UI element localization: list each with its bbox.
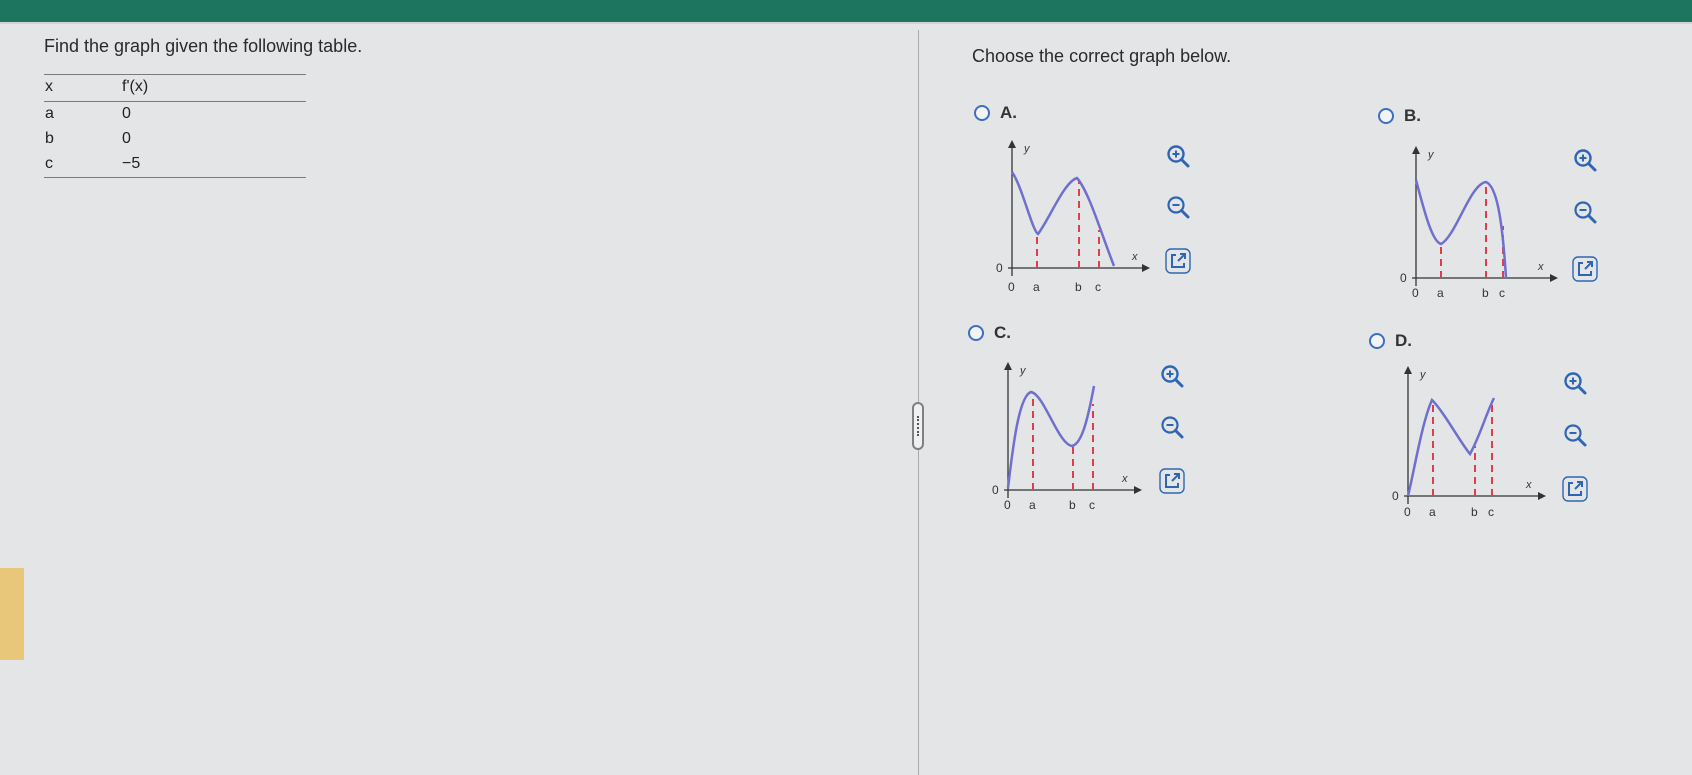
option-d-zoom-out-button[interactable] <box>1560 420 1590 450</box>
side-tab[interactable] <box>0 568 24 660</box>
zoom-in-icon <box>1564 372 1587 395</box>
option-a-graph: y x 0 0 a b c <box>996 140 1150 294</box>
x-tick-a: a <box>1033 280 1040 294</box>
option-d-graph: y x 0 0 a b c <box>1392 366 1546 519</box>
x-axis-label: x <box>1121 473 1128 485</box>
option-a-label: A. <box>1000 103 1017 122</box>
curve <box>1414 179 1508 279</box>
y-axis-label: y <box>1023 143 1031 155</box>
zoom-in-icon <box>1161 365 1184 388</box>
zoom-out-icon <box>1564 424 1587 447</box>
option-b-open-external-button[interactable] <box>1570 254 1600 284</box>
y-axis-arrowhead <box>1412 146 1420 154</box>
y-axis-arrowhead <box>1008 140 1016 148</box>
top-header-bar <box>0 0 1692 22</box>
open-external-icon <box>1572 256 1598 282</box>
x-axis-arrowhead <box>1550 274 1558 282</box>
table-cell-fprime: 0 <box>122 105 131 122</box>
table-row: a 0 <box>44 102 306 127</box>
y-origin-label: 0 <box>992 483 999 497</box>
x-axis-arrowhead <box>1142 264 1150 272</box>
x-axis-arrowhead <box>1134 486 1142 494</box>
x-tick-c: c <box>1095 280 1101 294</box>
table-cell-fprime: −5 <box>122 155 141 172</box>
option-b-label: B. <box>1404 106 1421 125</box>
option-c-label: C. <box>994 323 1011 342</box>
answer-prompt: Choose the correct graph below. <box>972 46 1232 66</box>
y-axis-label: y <box>1019 365 1027 377</box>
zoom-out-icon <box>1167 196 1190 219</box>
option-c-radio[interactable] <box>968 325 984 341</box>
y-axis-arrowhead <box>1004 362 1012 370</box>
table-cell-fprime: 0 <box>122 130 131 147</box>
option-d-radio[interactable] <box>1369 333 1385 349</box>
header-edge <box>0 22 1692 24</box>
guide-lines <box>1440 184 1504 278</box>
zoom-in-icon <box>1574 149 1597 172</box>
x-tick-b: b <box>1482 286 1489 300</box>
option-d-open-external-button[interactable] <box>1560 474 1590 504</box>
y-axis-arrowhead <box>1404 366 1412 374</box>
y-origin-label: 0 <box>1392 489 1399 503</box>
table-cell-x: c <box>45 155 53 172</box>
x-axis-arrowhead <box>1538 492 1546 500</box>
table-header-fprime: f'(x) <box>122 78 149 95</box>
x-tick-zero: 0 <box>1404 505 1411 519</box>
table-cell-x: b <box>45 130 54 147</box>
y-origin-label: 0 <box>1400 271 1407 285</box>
option-b-zoom-out-button[interactable] <box>1570 197 1600 227</box>
option-a-zoom-out-button[interactable] <box>1163 192 1193 222</box>
option-c-zoom-in-button[interactable] <box>1157 361 1187 391</box>
table-row: b 0 <box>44 127 306 152</box>
x-axis-label: x <box>1525 479 1532 491</box>
y-origin-label: 0 <box>996 261 1003 275</box>
y-axis-label: y <box>1427 149 1435 161</box>
zoom-out-icon <box>1574 201 1597 224</box>
x-axis-label: x <box>1537 261 1544 273</box>
table-cell-x: a <box>45 105 54 122</box>
option-a-open-external-button[interactable] <box>1163 246 1193 276</box>
x-tick-zero: 0 <box>1004 498 1011 512</box>
x-tick-c: c <box>1499 286 1505 300</box>
open-external-icon <box>1159 468 1185 494</box>
option-c-open-external-button[interactable] <box>1157 466 1187 496</box>
curve <box>1406 397 1496 497</box>
table-header-x: x <box>45 78 53 95</box>
x-axis-label: x <box>1131 251 1138 263</box>
x-tick-a: a <box>1029 498 1036 512</box>
x-tick-b: b <box>1471 505 1478 519</box>
option-d-zoom-in-button[interactable] <box>1560 368 1590 398</box>
x-tick-a: a <box>1429 505 1436 519</box>
zoom-out-icon <box>1161 416 1184 439</box>
option-d-label: D. <box>1395 331 1412 350</box>
grip-icon <box>917 416 921 436</box>
x-tick-c: c <box>1488 505 1494 519</box>
option-b-graph: y x 0 0 a b c <box>1400 146 1558 300</box>
option-c-zoom-out-button[interactable] <box>1157 412 1187 442</box>
derivative-table: x f'(x) a 0 b 0 c −5 <box>44 74 306 178</box>
curve <box>1006 385 1096 489</box>
x-tick-b: b <box>1069 498 1076 512</box>
x-tick-a: a <box>1437 286 1444 300</box>
x-tick-c: c <box>1089 498 1095 512</box>
x-tick-b: b <box>1075 280 1082 294</box>
table-row: c −5 <box>44 152 306 177</box>
x-tick-zero: 0 <box>1008 280 1015 294</box>
pane-resize-handle[interactable] <box>912 402 924 450</box>
table-bottom-rule <box>44 177 306 178</box>
option-c-graph: y x 0 0 a b c <box>992 362 1142 512</box>
open-external-icon <box>1562 476 1588 502</box>
x-tick-zero: 0 <box>1412 286 1419 300</box>
option-a-zoom-in-button[interactable] <box>1163 141 1193 171</box>
zoom-in-icon <box>1167 145 1190 168</box>
open-external-icon <box>1165 248 1191 274</box>
table-header-row: x f'(x) <box>44 75 306 101</box>
y-axis-label: y <box>1419 369 1427 381</box>
option-b-zoom-in-button[interactable] <box>1570 145 1600 175</box>
guide-lines <box>1036 180 1100 268</box>
option-a-radio[interactable] <box>974 105 990 121</box>
option-b-radio[interactable] <box>1378 108 1394 124</box>
question-text: Find the graph given the following table… <box>44 36 363 56</box>
